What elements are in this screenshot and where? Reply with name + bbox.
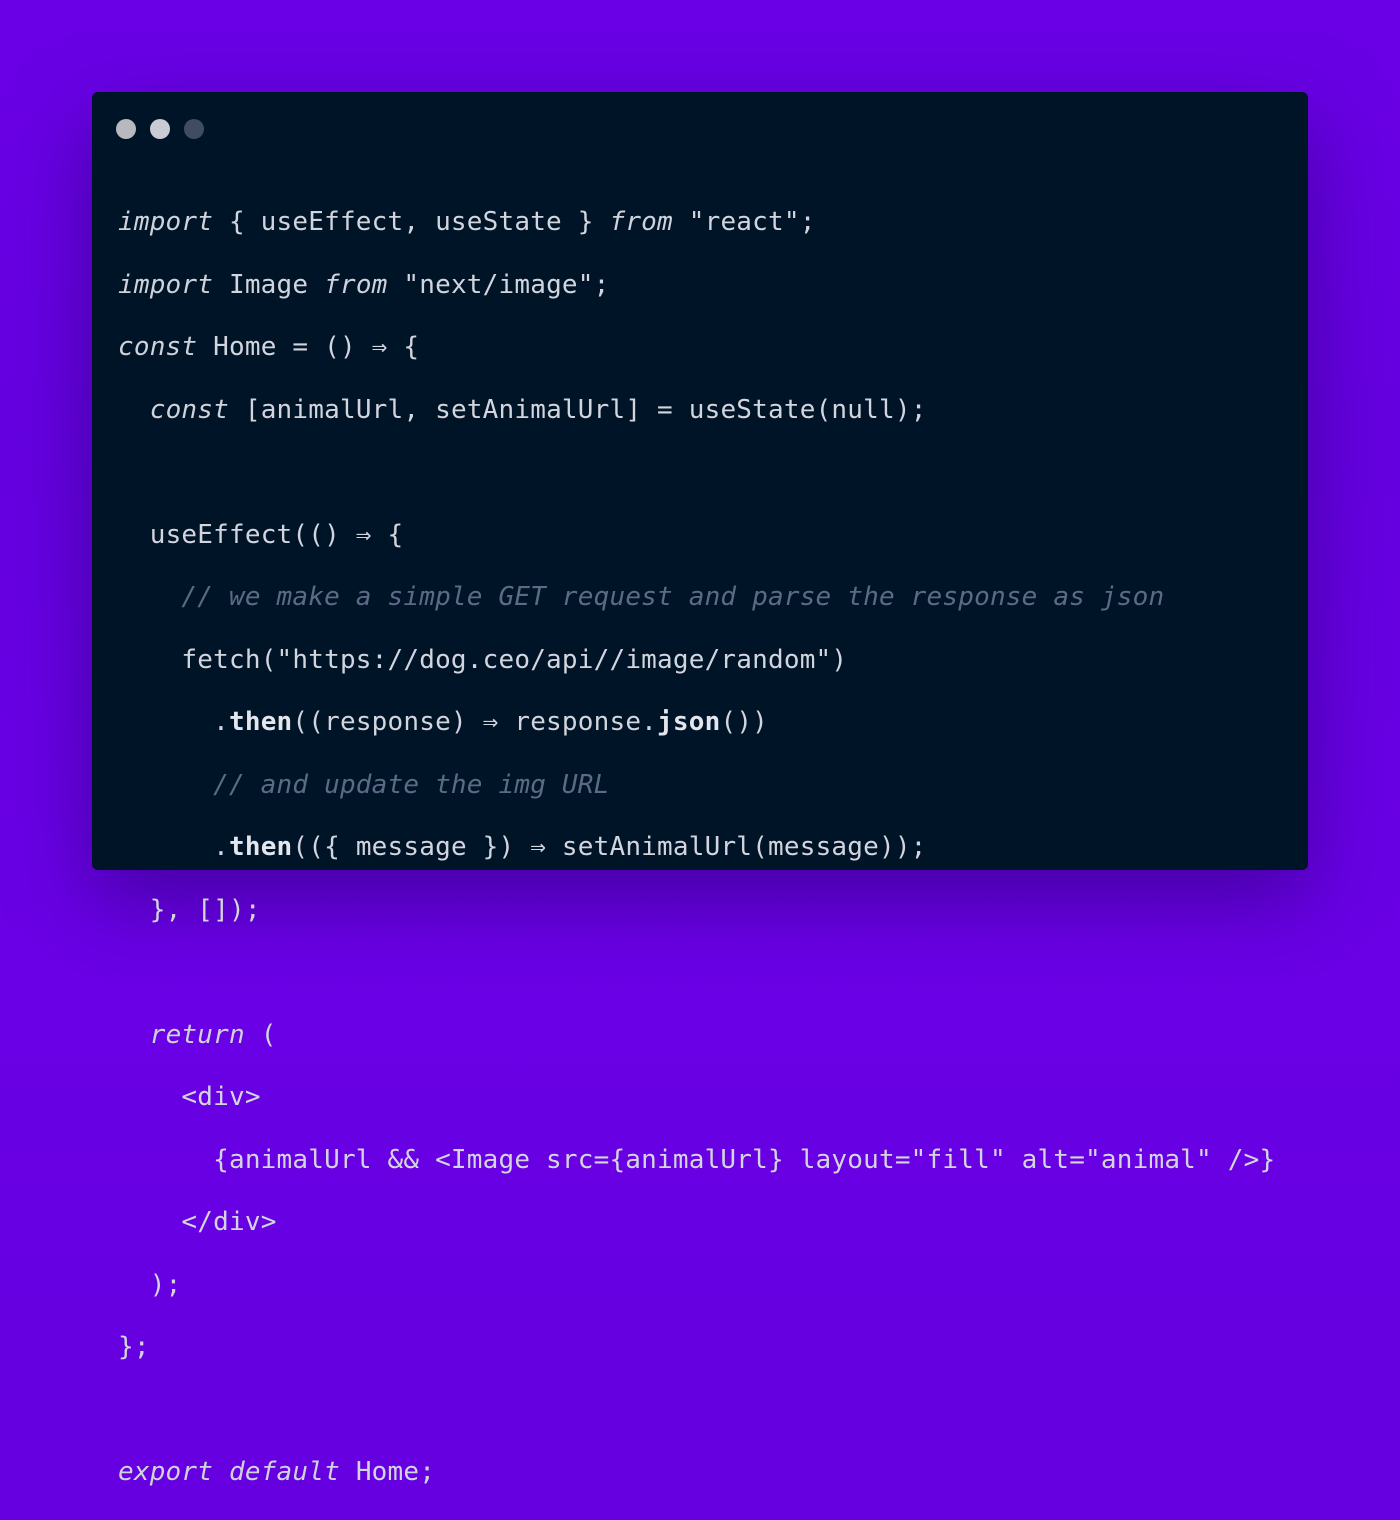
code-line-21: export default Home;	[118, 1457, 1275, 1488]
code-block: import { useEffect, useState } from "rea…	[118, 176, 1275, 1520]
method-name: json	[657, 707, 721, 738]
code-text: .	[213, 832, 229, 863]
code-line-6: useEffect(() ⇒ {	[118, 520, 1275, 551]
code-line-18: );	[118, 1270, 1275, 1301]
keyword: from	[324, 269, 388, 300]
close-dot-icon[interactable]	[116, 119, 136, 139]
keyword: const	[118, 332, 198, 363]
code-line-2: import Image from "next/image";	[118, 270, 1275, 301]
code-comment: // and update the img URL	[213, 769, 610, 800]
code-line-3: const Home = () ⇒ {	[118, 332, 1275, 363]
code-text: (({ message }) ⇒ setAnimalUrl(message));	[292, 832, 927, 863]
keyword: import	[118, 269, 214, 300]
code-text: <div>	[181, 1082, 261, 1113]
code-line-7: // we make a simple GET request and pars…	[118, 582, 1275, 613]
code-line-14: return (	[118, 1020, 1275, 1051]
code-line-9: .then((response) ⇒ response.json())	[118, 707, 1275, 738]
code-text: "react";	[672, 207, 816, 238]
code-text: ((response) ⇒ response.	[292, 707, 658, 738]
code-text: Home;	[339, 1457, 436, 1488]
keyword: import	[118, 207, 214, 238]
code-line-17: </div>	[118, 1207, 1275, 1238]
code-text: useEffect(() ⇒ {	[149, 519, 404, 550]
minimize-dot-icon[interactable]	[150, 119, 170, 139]
code-text: (	[244, 1019, 277, 1050]
code-text: Image	[213, 269, 325, 300]
code-text: ())	[720, 707, 769, 738]
maximize-dot-icon[interactable]	[184, 119, 204, 139]
code-text: }, []);	[149, 894, 261, 925]
code-line-19: };	[118, 1332, 1275, 1363]
code-text: fetch("https://dog.ceo/api//image/random…	[181, 644, 848, 675]
code-text: </div>	[181, 1207, 277, 1238]
code-line-12: }, []);	[118, 895, 1275, 926]
code-text: Home = () ⇒ {	[197, 332, 420, 363]
code-line-8: fetch("https://dog.ceo/api//image/random…	[118, 645, 1275, 676]
code-text: {animalUrl && <Image src={animalUrl} lay…	[213, 1144, 1276, 1175]
method-name: then	[228, 707, 293, 738]
keyword: default	[228, 1457, 340, 1488]
keyword: from	[609, 207, 673, 238]
code-line-11: .then(({ message }) ⇒ setAnimalUrl(messa…	[118, 832, 1275, 863]
keyword: export	[118, 1457, 214, 1488]
code-text: { useEffect, useState }	[213, 207, 610, 238]
keyword: const	[149, 394, 229, 425]
code-comment: // we make a simple GET request and pars…	[181, 582, 1165, 613]
code-line-16: {animalUrl && <Image src={animalUrl} lay…	[118, 1145, 1275, 1176]
code-line-4: const [animalUrl, setAnimalUrl] = useSta…	[118, 395, 1275, 426]
method-name: then	[228, 832, 293, 863]
window-controls	[116, 119, 204, 139]
code-text: .	[213, 707, 229, 738]
code-line-15: <div>	[118, 1082, 1275, 1113]
code-text: };	[118, 1332, 150, 1363]
code-text: "next/image";	[387, 269, 610, 300]
code-text: );	[149, 1269, 182, 1300]
code-text: [animalUrl, setAnimalUrl] = useState(nul…	[229, 394, 927, 425]
code-line-1: import { useEffect, useState } from "rea…	[118, 207, 1275, 238]
code-line-10: // and update the img URL	[118, 770, 1275, 801]
keyword: return	[149, 1019, 245, 1050]
